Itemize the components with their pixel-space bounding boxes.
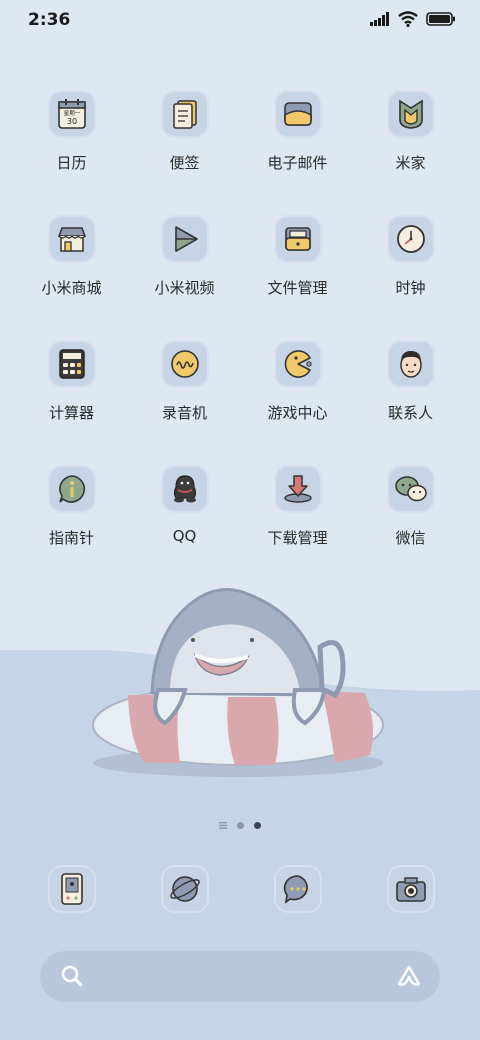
calendar-icon: 星期一 30 <box>47 90 96 138</box>
status-time: 2:36 <box>28 10 71 30</box>
app-label: 游戏中心 <box>267 404 328 422</box>
app-download-manager[interactable]: 下载管理 <box>241 465 354 590</box>
mijia-icon <box>386 90 435 138</box>
page-dot[interactable] <box>237 822 244 829</box>
app-wechat[interactable]: 微信 <box>354 465 467 590</box>
menu-lines-icon <box>219 822 227 829</box>
app-row: 星期一 30 日历 便签 电子邮件 米家 <box>0 90 480 215</box>
calculator-icon <box>47 340 96 388</box>
app-contacts[interactable]: 联系人 <box>354 340 467 465</box>
app-row: 计算器 录音机 游戏中心 联系人 <box>0 340 480 465</box>
app-mi-video[interactable]: 小米视频 <box>128 215 241 340</box>
download-icon <box>273 465 322 513</box>
app-calendar[interactable]: 星期一 30 日历 <box>15 90 128 215</box>
app-label: 小米视频 <box>154 279 215 297</box>
app-game-center[interactable]: 游戏中心 <box>241 340 354 465</box>
app-label: 文件管理 <box>267 279 328 297</box>
dock-messages[interactable] <box>241 865 354 913</box>
clock-icon <box>386 215 435 263</box>
app-label: 计算器 <box>48 404 94 422</box>
app-file-manager[interactable]: 文件管理 <box>241 215 354 340</box>
shark-illustration <box>92 588 384 777</box>
app-compass[interactable]: 指南针 <box>15 465 128 590</box>
app-row: 指南针 QQ 下载管理 微信 <box>0 465 480 590</box>
status-bar: 2:36 <box>0 0 480 44</box>
svg-text:星期一: 星期一 <box>63 110 80 117</box>
svg-text:30: 30 <box>66 117 76 126</box>
app-mi-store[interactable]: 小米商城 <box>15 215 128 340</box>
app-notes[interactable]: 便签 <box>128 90 241 215</box>
qq-icon <box>160 465 209 513</box>
dock-browser[interactable] <box>128 865 241 913</box>
app-label: 联系人 <box>387 404 433 422</box>
game-center-icon <box>273 340 322 388</box>
assistant-icon[interactable] <box>396 964 422 988</box>
dock-camera[interactable] <box>354 865 467 913</box>
wechat-icon <box>386 465 435 513</box>
recorder-icon <box>160 340 209 388</box>
file-manager-icon <box>273 215 322 263</box>
app-mijia[interactable]: 米家 <box>354 90 467 215</box>
app-calculator[interactable]: 计算器 <box>15 340 128 465</box>
app-row: 小米商城 小米视频 文件管理 时钟 <box>0 215 480 340</box>
compass-icon <box>47 465 96 513</box>
browser-icon <box>160 865 209 913</box>
app-label: 微信 <box>395 529 426 547</box>
store-icon <box>47 215 96 263</box>
notes-icon <box>160 90 209 138</box>
app-label: 日历 <box>56 154 87 172</box>
app-grid: 星期一 30 日历 便签 电子邮件 米家 小米商城 小米视频 文件管理 时钟 计… <box>0 90 480 590</box>
app-email[interactable]: 电子邮件 <box>241 90 354 215</box>
battery-icon <box>426 12 455 26</box>
app-label: 时钟 <box>395 279 426 297</box>
contacts-icon <box>386 340 435 388</box>
app-clock[interactable]: 时钟 <box>354 215 467 340</box>
search-icon <box>61 965 83 987</box>
app-label: 米家 <box>395 154 426 172</box>
app-label: 便签 <box>169 154 200 172</box>
app-label: 录音机 <box>161 404 207 422</box>
video-icon <box>160 215 209 263</box>
app-label: 小米商城 <box>41 279 102 297</box>
page-dot-active[interactable] <box>254 822 261 829</box>
app-label: 指南针 <box>48 529 94 547</box>
app-qq[interactable]: QQ <box>128 465 241 590</box>
camera-icon <box>386 865 435 913</box>
app-label: QQ <box>172 527 197 545</box>
signal-icon <box>370 12 389 26</box>
app-label: 电子邮件 <box>267 154 328 172</box>
page-indicator[interactable] <box>0 822 480 829</box>
dock <box>0 865 480 913</box>
email-icon <box>273 90 322 138</box>
app-recorder[interactable]: 录音机 <box>128 340 241 465</box>
phone-icon <box>47 865 96 913</box>
messages-icon <box>273 865 322 913</box>
app-label: 下载管理 <box>267 529 328 547</box>
search-bar[interactable] <box>40 951 440 1002</box>
wifi-icon <box>398 11 418 27</box>
status-icons <box>370 11 456 27</box>
dock-phone[interactable] <box>15 865 128 913</box>
